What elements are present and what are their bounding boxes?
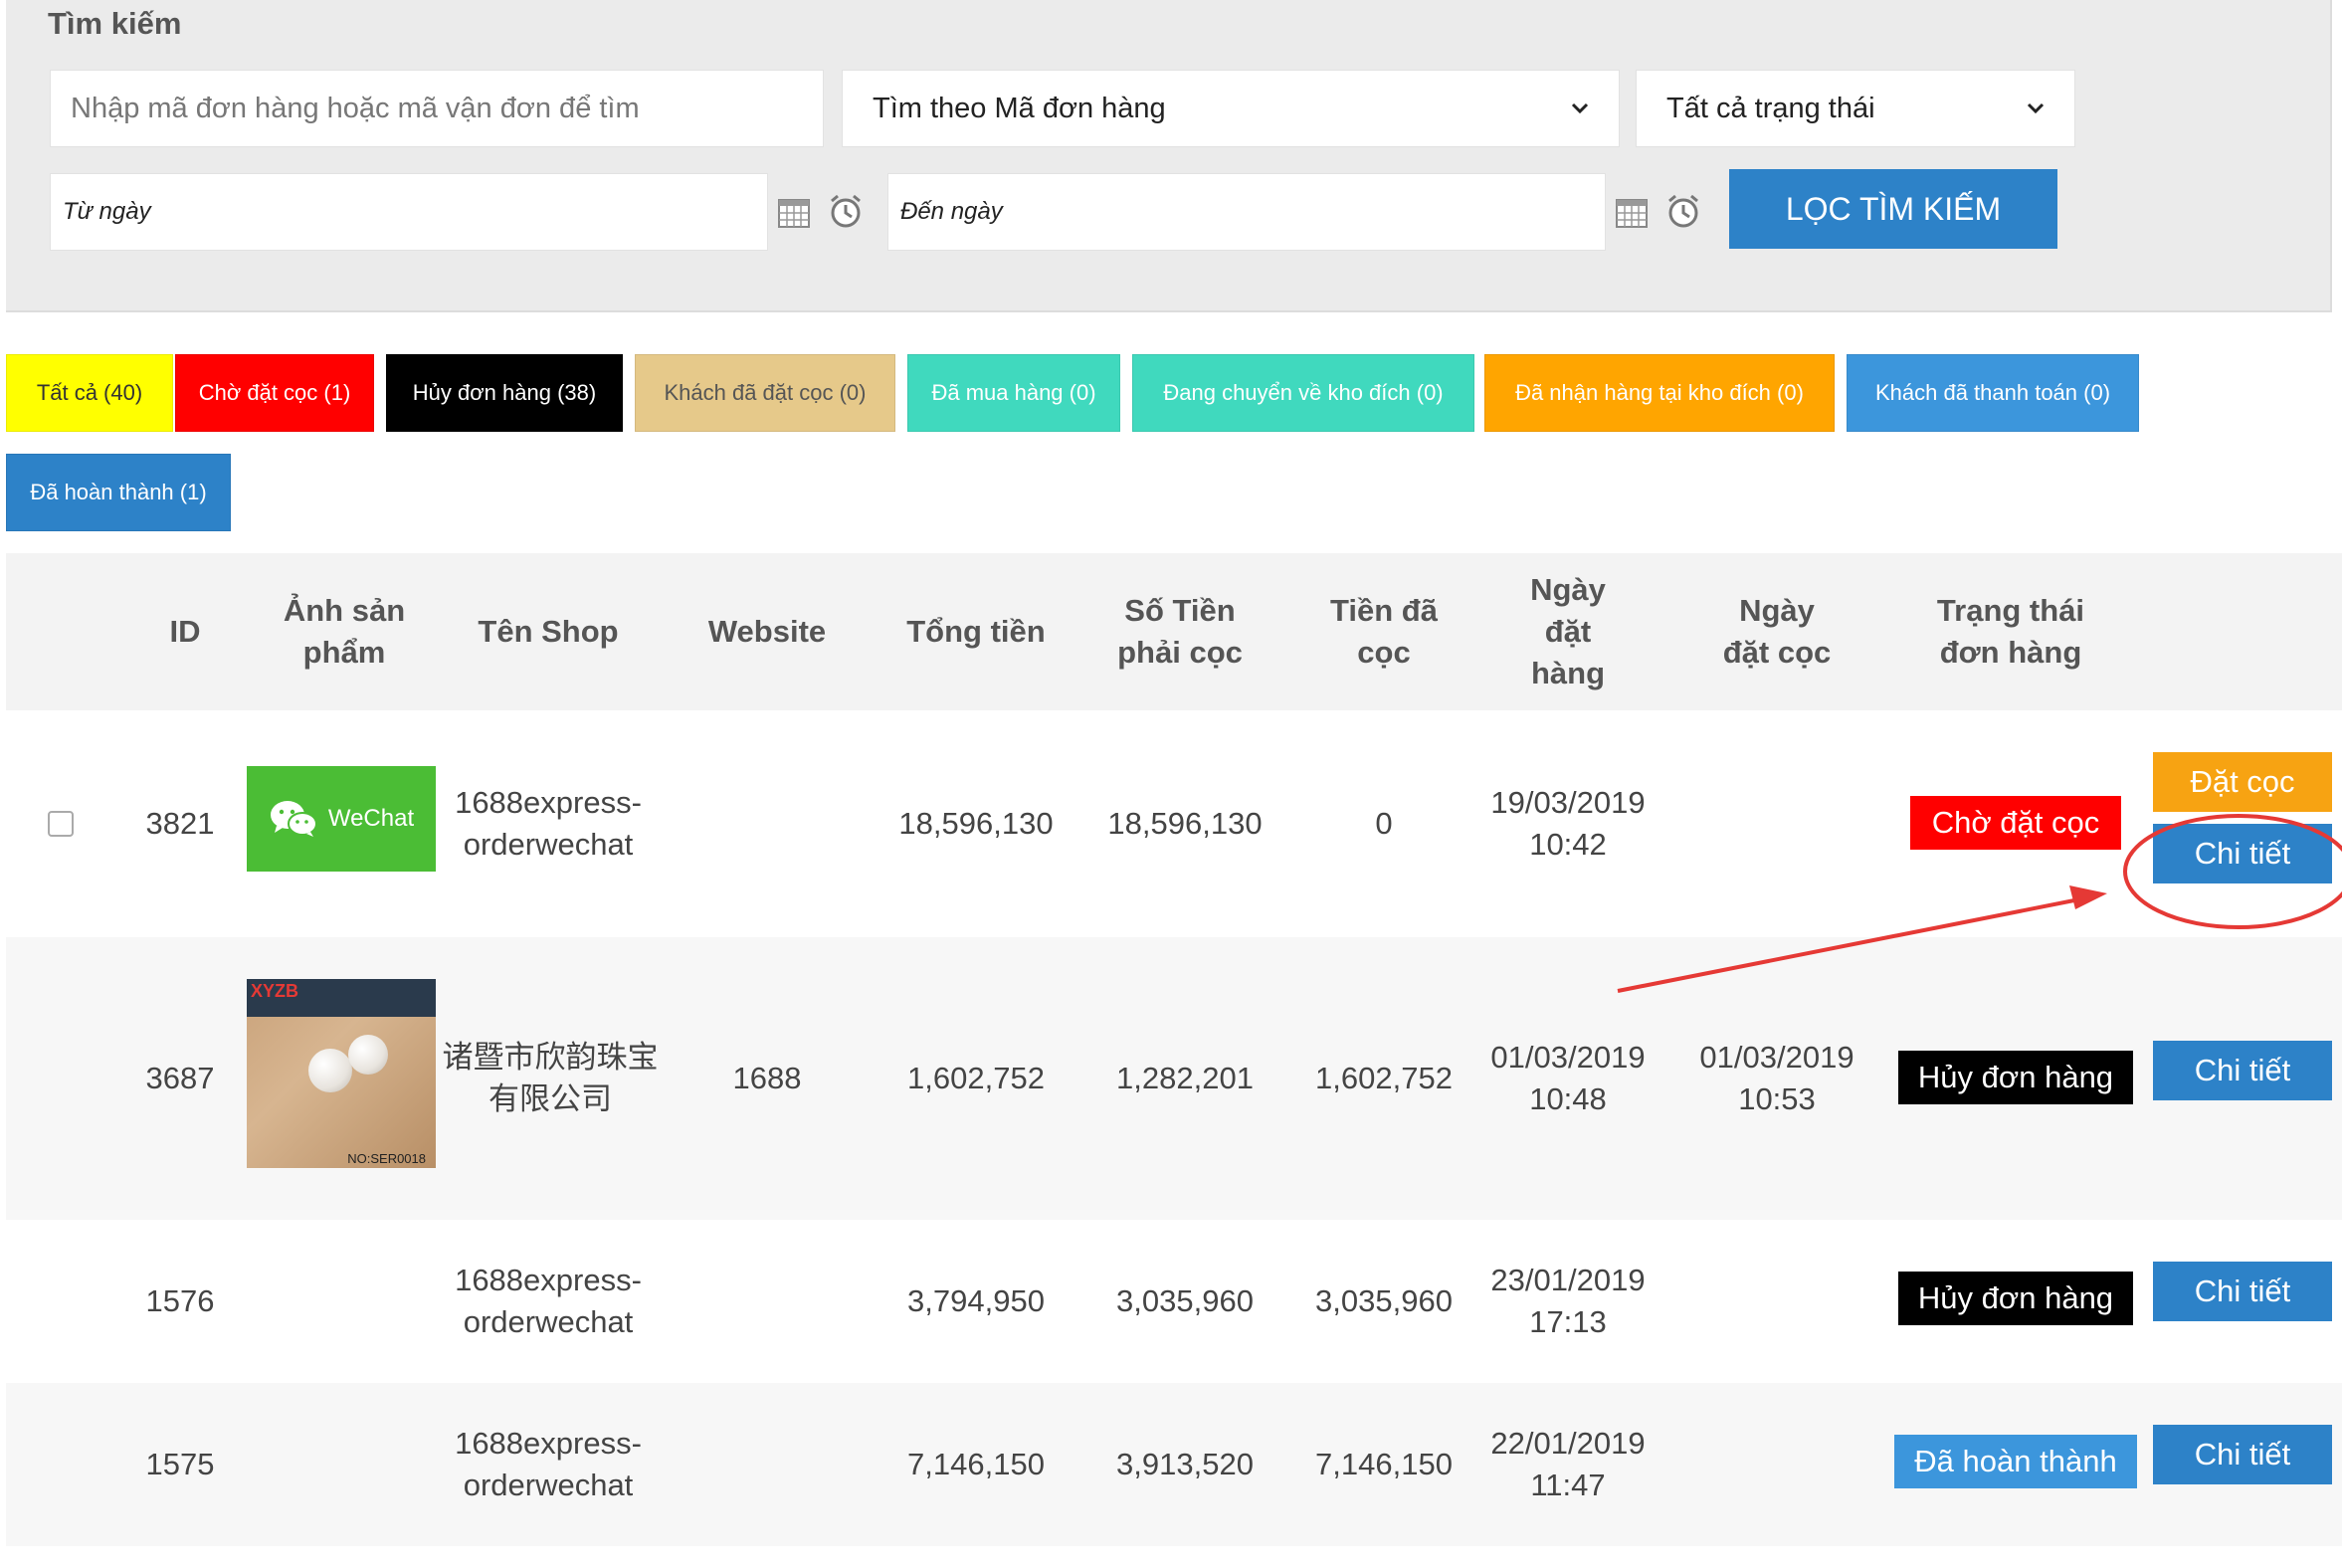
- status-badge: Chờ đặt cọc: [1910, 796, 2121, 850]
- filter-search-button[interactable]: LỌC TÌM KIẾM: [1729, 169, 2057, 249]
- status-tab[interactable]: Đã mua hàng (0): [907, 354, 1120, 432]
- deposited-amount: 7,146,150: [1315, 1447, 1453, 1481]
- order-id: 1575: [145, 1447, 215, 1481]
- to-date-field[interactable]: [887, 173, 1606, 251]
- product-image: XYZB NO:SER0018: [247, 979, 436, 1168]
- pearl-icon: [348, 1035, 388, 1075]
- keyword-input[interactable]: [51, 71, 823, 146]
- wechat-label: WeChat: [327, 805, 415, 832]
- row-checkbox[interactable]: [48, 811, 74, 837]
- status-tab[interactable]: Hủy đơn hàng (38): [386, 354, 623, 432]
- header-deposited: Tiền đã cọc: [1330, 593, 1438, 670]
- header-order-date: Ngày đặt hàng: [1530, 572, 1606, 690]
- header-image: Ảnh sản phẩm: [283, 593, 406, 670]
- deposit-required: 18,596,130: [1107, 806, 1263, 841]
- status-tab[interactable]: Đã hoàn thành (1): [6, 454, 231, 531]
- table-row: 3687 XYZB NO:SER0018 诸暨市欣韵珠宝有限公司 1688 1,…: [6, 937, 2342, 1220]
- status-badge: Hủy đơn hàng: [1898, 1051, 2133, 1104]
- deposit-required: 3,913,520: [1116, 1447, 1254, 1481]
- image-brand: XYZB: [251, 981, 299, 1001]
- table-header: ID Ảnh sản phẩm Tên Shop Website Tổng ti…: [6, 553, 2342, 710]
- deposited-amount: 3,035,960: [1315, 1283, 1453, 1318]
- order-date: 01/03/2019 10:48: [1490, 1040, 1646, 1116]
- status-tab[interactable]: Đang chuyển về kho đích (0): [1132, 354, 1474, 432]
- deposit-date: [1697, 710, 1856, 937]
- product-image: WeChat: [247, 766, 436, 872]
- status-badge: Hủy đơn hàng: [1898, 1272, 2133, 1325]
- website: 1688: [732, 1061, 802, 1095]
- clock-icon[interactable]: [1665, 193, 1701, 229]
- chevron-down-icon: [1571, 102, 1589, 114]
- deposited-amount: 1,602,752: [1315, 1061, 1453, 1095]
- search-title: Tìm kiếm: [48, 6, 182, 41]
- order-id: 3821: [145, 806, 215, 841]
- clock-icon[interactable]: [828, 193, 864, 229]
- image-code: NO:SER0018: [347, 1151, 426, 1166]
- wechat-icon: [270, 801, 317, 837]
- chevron-down-icon: [2027, 102, 2045, 114]
- shop-name: 1688express-orderwechat: [455, 1426, 642, 1502]
- table-row: 3821 WeChat 1688express-orderwechat 18,5…: [6, 710, 2342, 937]
- website: [683, 710, 852, 937]
- total-amount: 3,794,950: [907, 1283, 1045, 1318]
- header-shop: Tên Shop: [478, 614, 619, 649]
- order-id: 3687: [145, 1061, 215, 1095]
- deposit-required: 3,035,960: [1116, 1283, 1254, 1318]
- header-deposit-date: Ngày đặt cọc: [1722, 593, 1832, 670]
- order-date: 19/03/2019 10:42: [1490, 785, 1646, 862]
- status-filter-value: Tất cả trạng thái: [1666, 92, 1875, 124]
- deposit-required: 1,282,201: [1116, 1061, 1254, 1095]
- status-tab[interactable]: Chờ đặt cọc (1): [175, 354, 374, 432]
- order-date: 22/01/2019 11:47: [1490, 1426, 1646, 1502]
- shop-name: 1688express-orderwechat: [455, 1263, 642, 1339]
- deposit-date: [1697, 1383, 1856, 1546]
- keyword-field[interactable]: [50, 70, 824, 147]
- deposited-amount: 0: [1375, 806, 1393, 841]
- table-row: 1576 1688express-orderwechat 3,794,950 3…: [6, 1220, 2342, 1383]
- deposit-date: 01/03/2019 10:53: [1699, 1040, 1854, 1116]
- pearl-icon: [308, 1049, 352, 1092]
- order-id: 1576: [145, 1283, 215, 1318]
- table-row: 1575 1688express-orderwechat 7,146,150 3…: [6, 1383, 2342, 1546]
- to-date-input[interactable]: [888, 174, 1605, 250]
- status-badge: Đã hoàn thành: [1894, 1435, 2137, 1488]
- shop-name: 1688express-orderwechat: [455, 785, 642, 862]
- deposit-date: [1697, 1220, 1856, 1383]
- row-checkbox-cell: [26, 710, 96, 937]
- status-tab[interactable]: Khách đã đặt cọc (0): [635, 354, 895, 432]
- detail-button[interactable]: Chi tiết: [2153, 824, 2332, 883]
- calendar-icon[interactable]: [1614, 195, 1650, 231]
- status-tab[interactable]: Tất cả (40): [6, 354, 173, 432]
- calendar-icon[interactable]: [776, 195, 812, 231]
- website: [683, 1220, 852, 1383]
- detail-button[interactable]: Chi tiết: [2153, 1425, 2332, 1484]
- header-total: Tổng tiền: [906, 614, 1046, 649]
- header-status: Trạng thái đơn hàng: [1936, 593, 2085, 670]
- search-by-select[interactable]: Tìm theo Mã đơn hàng: [842, 70, 1620, 147]
- status-tab[interactable]: Khách đã thanh toán (0): [1847, 354, 2139, 432]
- order-date: 23/01/2019 17:13: [1490, 1263, 1646, 1339]
- search-by-value: Tìm theo Mã đơn hàng: [873, 92, 1166, 124]
- shop-name: 诸暨市欣韵珠宝有限公司: [442, 1040, 659, 1116]
- from-date-input[interactable]: [51, 174, 767, 250]
- status-tab[interactable]: Đã nhận hàng tại kho đích (0): [1484, 354, 1835, 432]
- search-panel: Tìm kiếm Tìm theo Mã đơn hàng Tất cả trạ…: [6, 0, 2332, 312]
- header-website: Website: [707, 614, 827, 649]
- total-amount: 7,146,150: [907, 1447, 1045, 1481]
- total-amount: 18,596,130: [898, 806, 1054, 841]
- status-filter-select[interactable]: Tất cả trạng thái: [1636, 70, 2075, 147]
- deposit-button[interactable]: Đặt cọc: [2153, 752, 2332, 812]
- total-amount: 1,602,752: [907, 1061, 1045, 1095]
- detail-button[interactable]: Chi tiết: [2153, 1041, 2332, 1100]
- header-id: ID: [169, 614, 201, 649]
- detail-button[interactable]: Chi tiết: [2153, 1262, 2332, 1321]
- header-deposit-required: Số Tiền phải cọc: [1117, 593, 1243, 670]
- from-date-field[interactable]: [50, 173, 768, 251]
- website: [683, 1383, 852, 1546]
